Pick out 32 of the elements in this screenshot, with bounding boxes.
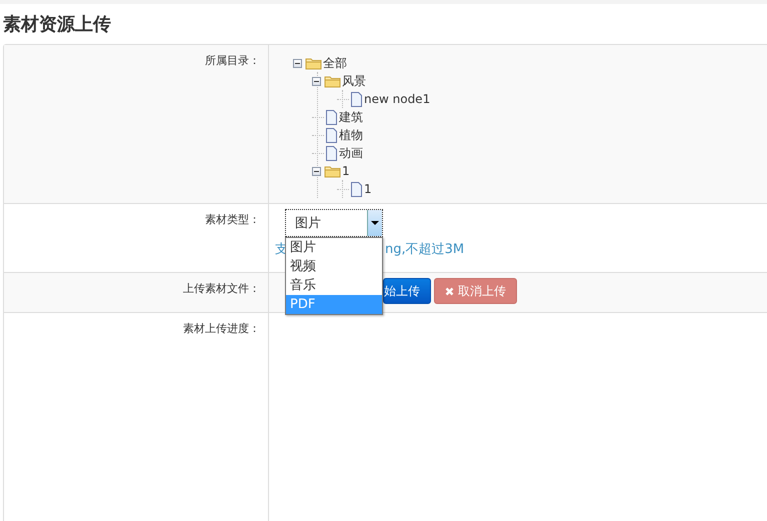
tree-node-label[interactable]: 风景 [342,72,366,90]
tree-node-label[interactable]: 动画 [339,144,363,162]
tree-node-label[interactable]: 全部 [323,54,347,72]
tree-node-label[interactable]: 1 [342,164,350,178]
tree-node-label[interactable]: new node1 [364,92,430,106]
open-folder-icon [305,56,322,70]
document-icon [325,146,338,160]
collapse-icon[interactable] [312,76,321,86]
tree-node-label[interactable]: 植物 [339,126,363,144]
tree-node-label[interactable]: 建筑 [339,108,363,126]
caret-icon [371,221,379,225]
dropdown-option[interactable]: 视频 [286,257,382,276]
field-label: 所属目录： [205,54,260,67]
type-dropdown[interactable]: 图片 [285,209,383,237]
dropdown-option[interactable]: 图片 [286,238,382,257]
tree-node-label[interactable]: 1 [364,182,372,196]
field-label: 上传素材文件： [183,282,260,295]
collapse-icon[interactable] [312,166,321,176]
start-upload-button[interactable]: 始上传 [383,278,431,304]
dropdown-option[interactable]: 音乐 [286,276,382,295]
document-icon [350,182,363,196]
open-folder-icon [324,74,341,88]
open-folder-icon [324,164,341,178]
field-label: 素材上传进度： [183,322,260,335]
document-icon [325,128,338,142]
page-title: 素材资源上传 [2,13,112,35]
hint-text: ng,不超过3M [385,241,464,258]
collapse-icon[interactable] [293,58,302,68]
close-icon [445,286,454,296]
field-label: 素材类型： [205,213,260,226]
document-icon [325,110,338,124]
document-icon [350,92,363,106]
